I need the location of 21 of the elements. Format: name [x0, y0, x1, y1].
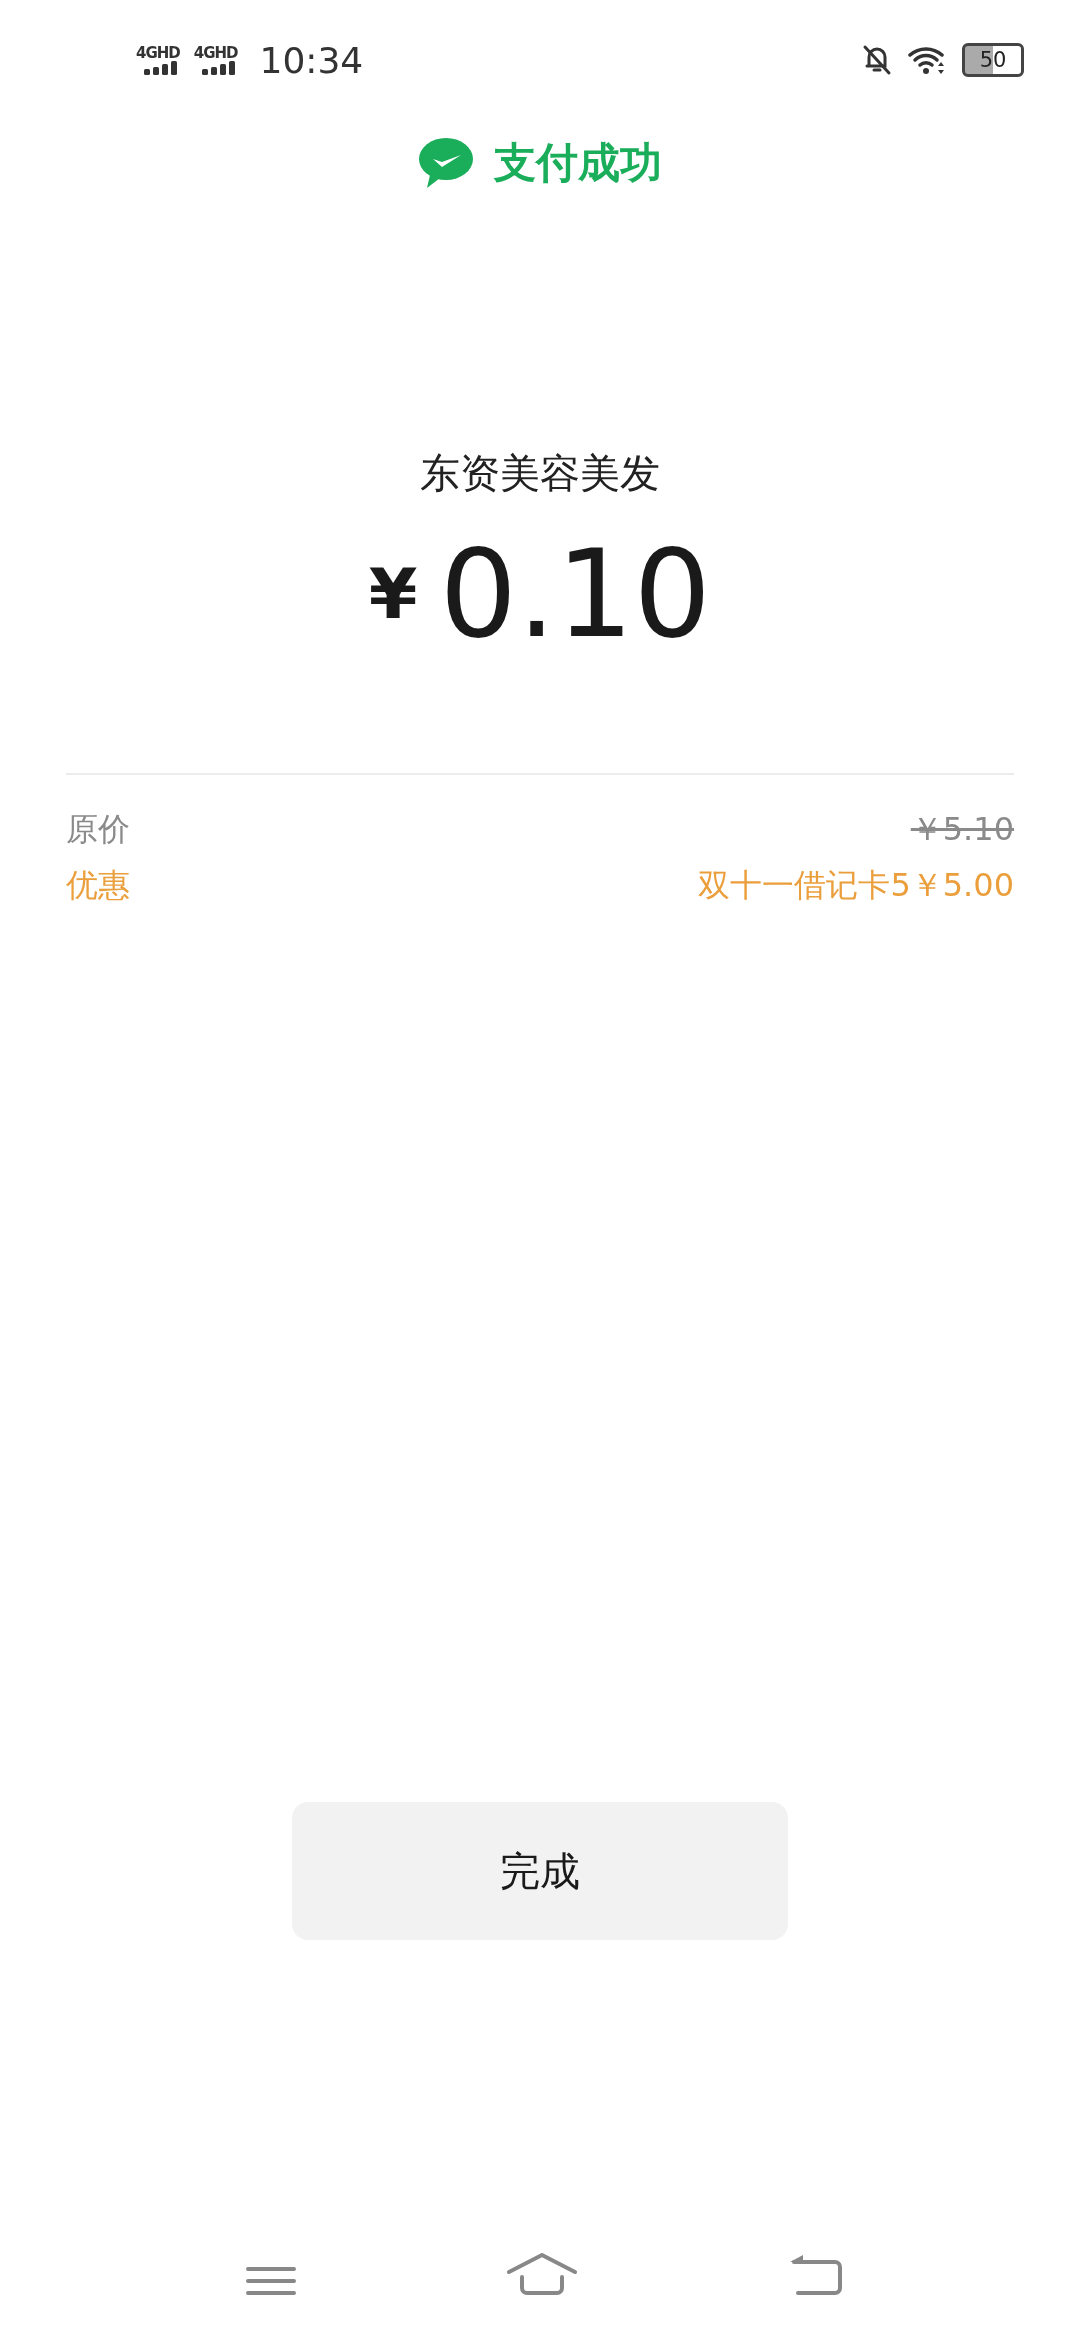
bell-off-icon	[862, 44, 892, 76]
home-icon[interactable]	[506, 2252, 578, 2296]
network-label: 4GHD	[136, 45, 180, 61]
currency-symbol: ¥	[368, 553, 418, 635]
done-button[interactable]: 完成	[292, 1802, 788, 1940]
merchant-name: 东资美容美发	[419, 449, 661, 498]
payment-amount: 0.10	[439, 523, 712, 665]
detail-label: 原价	[66, 809, 130, 849]
network-label: 4GHD	[193, 45, 238, 61]
chat-check-icon	[418, 137, 474, 189]
detail-value: 双十一借记卡5￥5.00	[698, 865, 1014, 905]
detail-label: 优惠	[66, 865, 130, 905]
back-icon[interactable]	[788, 2252, 844, 2296]
wifi-icon	[908, 45, 946, 75]
signal-icon	[143, 60, 180, 75]
menu-icon[interactable]	[246, 2266, 296, 2296]
signal-icon	[201, 60, 238, 75]
battery-level: 50	[979, 48, 1007, 72]
status-time: 10:34	[259, 39, 364, 81]
detail-value: ￥5.10	[910, 809, 1014, 849]
page-title: 支付成功	[494, 137, 662, 189]
